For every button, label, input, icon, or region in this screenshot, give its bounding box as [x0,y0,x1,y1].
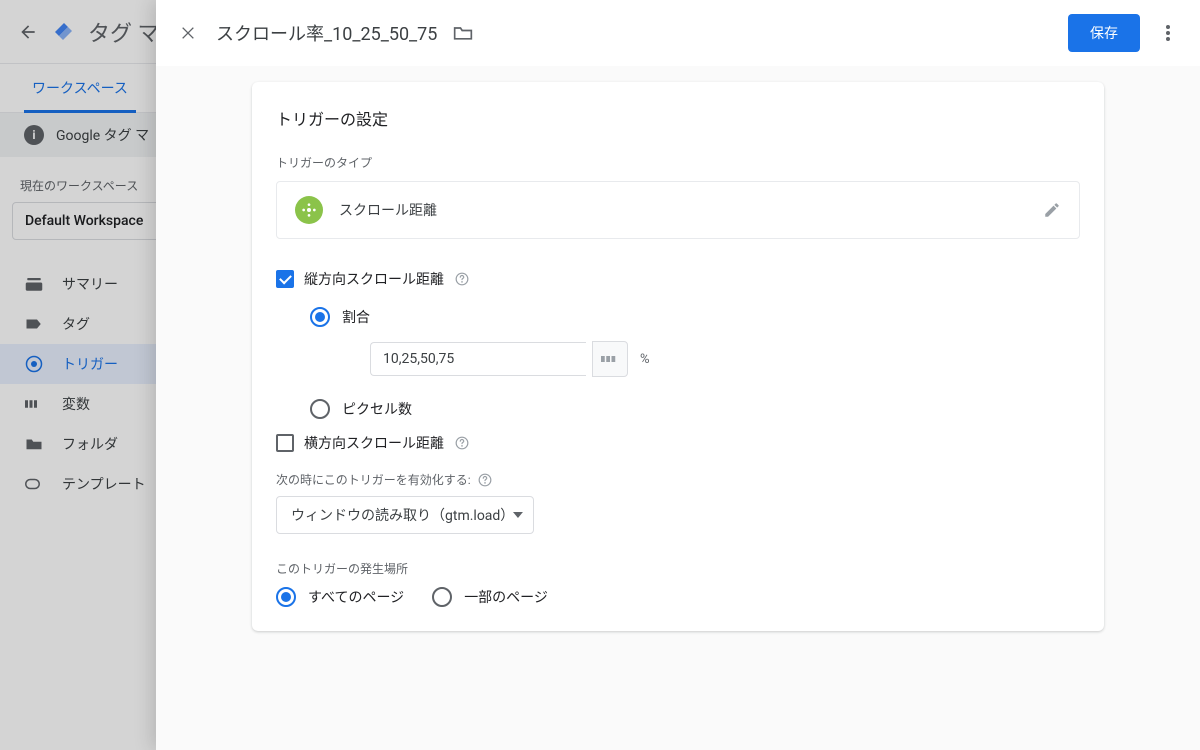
edit-icon[interactable] [1043,201,1061,219]
horizontal-scroll-checkbox[interactable] [276,434,294,452]
vertical-scroll-checkbox-row: 縦方向スクロール距離 [276,269,1080,289]
trigger-editor-dialog: スクロール率_10_25_50_75 保存 トリガーの設定 トリガーのタイプ ス… [156,0,1200,750]
help-icon[interactable] [454,435,470,451]
radio-some-pages[interactable] [432,587,452,607]
more-vert-icon[interactable] [1156,21,1180,45]
enable-on-label: 次の時にこのトリガーを有効化する: [276,471,1080,488]
trigger-type-label: トリガーのタイプ [276,154,1080,171]
horizontal-scroll-label: 横方向スクロール距離 [304,433,444,453]
save-button[interactable]: 保存 [1068,14,1140,52]
folder-outline-icon[interactable] [453,24,473,42]
horizontal-scroll-checkbox-row: 横方向スクロール距離 [276,433,1080,453]
radio-all-pages-row: すべてのページ [276,587,404,607]
percentage-input[interactable] [370,342,586,376]
dialog-header: スクロール率_10_25_50_75 保存 [156,0,1200,66]
fire-on-label: このトリガーの発生場所 [276,560,1080,577]
variable-picker-button[interactable] [592,341,628,377]
percentage-unit: % [640,352,650,367]
trigger-config-card: トリガーの設定 トリガーのタイプ スクロール距離 縦方向スクロール距離 [252,82,1104,631]
vertical-scroll-label: 縦方向スクロール距離 [304,269,444,289]
radio-percentage[interactable] [310,307,330,327]
card-title: トリガーの設定 [276,106,1080,130]
radio-pixel-row: ピクセル数 [310,399,1080,419]
trigger-name-title[interactable]: スクロール率_10_25_50_75 [216,20,437,46]
trigger-type-selector[interactable]: スクロール距離 [276,181,1080,239]
radio-percentage-label: 割合 [342,307,370,327]
radio-pixel[interactable] [310,399,330,419]
enable-on-select[interactable]: ウィンドウの読み取り（gtm.load） [276,496,534,534]
trigger-type-value: スクロール距離 [339,200,1027,220]
radio-all-pages-label: すべてのページ [308,587,404,607]
fire-on-radio-group: すべてのページ 一部のページ [276,587,1080,607]
radio-some-pages-row: 一部のページ [432,587,548,607]
enable-on-value: ウィンドウの読み取り（gtm.load） [291,505,513,525]
radio-some-pages-label: 一部のページ [464,587,548,607]
radio-percentage-row: 割合 [310,307,1080,327]
dialog-body: トリガーの設定 トリガーのタイプ スクロール距離 縦方向スクロール距離 [156,66,1200,647]
vertical-scroll-radio-group: 割合 % ピクセル数 [310,307,1080,419]
vertical-scroll-checkbox[interactable] [276,270,294,288]
help-icon[interactable] [477,472,493,488]
radio-all-pages[interactable] [276,587,296,607]
percentage-input-row: % [370,341,1080,377]
radio-pixel-label: ピクセル数 [342,399,412,419]
help-icon[interactable] [454,271,470,287]
scroll-depth-icon [295,196,323,224]
close-button[interactable] [176,21,200,45]
